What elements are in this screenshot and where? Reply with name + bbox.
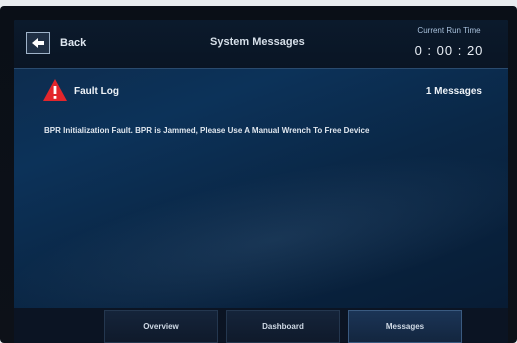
message-count: 1 Messages: [425, 86, 482, 97]
run-time-value: 0 : 00 : 20: [414, 43, 484, 58]
run-time-display: Current Run Time 0 : 00 : 20: [404, 26, 494, 58]
hmi-screen: Back System Messages Current Run Time 0 …: [14, 20, 508, 343]
tab-dashboard[interactable]: Dashboard: [226, 310, 340, 343]
run-time-label: Current Run Time: [417, 26, 481, 35]
tab-overview[interactable]: Overview: [104, 310, 218, 343]
bottom-nav: Overview Dashboard Messages: [14, 308, 508, 343]
fault-log-header: Fault Log 1 Messages: [14, 78, 508, 106]
back-button[interactable]: Back: [26, 30, 116, 56]
tab-messages[interactable]: Messages: [348, 310, 462, 343]
page-title: System Messages: [210, 36, 305, 48]
back-label: Back: [60, 37, 87, 49]
fault-log-title: Fault Log: [74, 86, 119, 97]
header-bar: Back System Messages Current Run Time 0 …: [14, 20, 508, 69]
warning-triangle-icon: [42, 78, 68, 102]
back-arrow-icon: [26, 32, 50, 54]
message-item[interactable]: BPR Initialization Fault. BPR is Jammed,…: [44, 126, 494, 135]
